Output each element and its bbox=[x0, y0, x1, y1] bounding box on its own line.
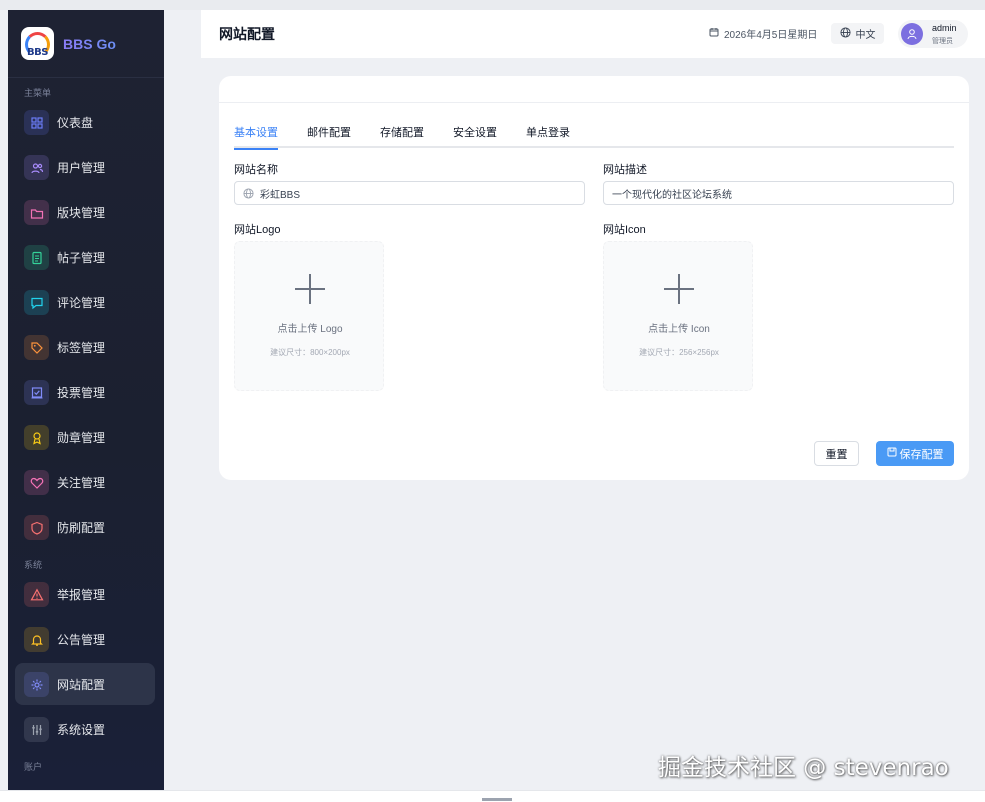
avatar bbox=[901, 23, 923, 45]
settings-card: 基本设置 邮件配置 存储配置 安全设置 单点登录 网站名称 彩虹BBS 网站描述… bbox=[219, 76, 969, 480]
sidebar-item-sliders[interactable]: 系统设置 bbox=[8, 707, 164, 752]
site-desc-value: 一个现代化的社区论坛系统 bbox=[612, 189, 732, 201]
heart-icon bbox=[24, 470, 49, 495]
sidebar-item-label: 关注管理 bbox=[57, 476, 106, 490]
tab-storage[interactable]: 存储配置 bbox=[380, 124, 424, 148]
nav-main: 仪表盘用户管理版块管理帖子管理评论管理标签管理投票管理勋章管理关注管理防刷配置 bbox=[8, 100, 164, 550]
section-label-main: 主菜单 bbox=[24, 88, 52, 98]
site-name-input[interactable]: 彩虹BBS bbox=[234, 181, 585, 205]
comment-icon bbox=[24, 290, 49, 315]
site-desc-label: 网站描述 bbox=[603, 164, 647, 176]
brand[interactable]: BBS BBS Go bbox=[8, 10, 164, 78]
sidebar-item-comment[interactable]: 评论管理 bbox=[8, 280, 164, 325]
globe-icon bbox=[839, 26, 851, 41]
document-icon bbox=[24, 245, 49, 270]
bell-icon bbox=[24, 627, 49, 652]
user-name: admin bbox=[932, 23, 957, 33]
sidebar-item-label: 用户管理 bbox=[57, 161, 106, 175]
user-icon bbox=[907, 29, 917, 40]
card-header bbox=[219, 76, 969, 103]
sidebar-item-label: 版块管理 bbox=[57, 206, 106, 220]
watermark: 掘金技术社区 @ stevenrao bbox=[658, 755, 949, 781]
app-root: BBS BBS Go 主菜单 仪表盘用户管理版块管理帖子管理评论管理标签管理投票… bbox=[0, 0, 985, 802]
date-display: 2026年4月5日星期日 bbox=[709, 26, 817, 41]
sidebar-item-label: 勋章管理 bbox=[57, 431, 106, 445]
medal-icon bbox=[24, 425, 49, 450]
sidebar-item-heart[interactable]: 关注管理 bbox=[8, 460, 164, 505]
tab-basic[interactable]: 基本设置 bbox=[234, 124, 278, 150]
save-icon bbox=[887, 447, 897, 460]
reset-button[interactable]: 重置 bbox=[814, 441, 859, 466]
date-text: 2026年4月5日星期日 bbox=[724, 30, 818, 41]
vote-icon bbox=[24, 380, 49, 405]
nav-system: 举报管理公告管理网站配置系统设置 bbox=[8, 572, 164, 752]
warning-icon bbox=[24, 582, 49, 607]
icon-label: 网站Icon bbox=[603, 224, 646, 236]
sidebar-item-label: 系统设置 bbox=[57, 723, 106, 737]
language-label: 中文 bbox=[855, 30, 876, 41]
section-label-system: 系统 bbox=[24, 560, 43, 570]
plus-icon bbox=[295, 274, 325, 304]
save-button[interactable]: 保存配置 bbox=[876, 441, 954, 466]
top-strip bbox=[0, 0, 985, 10]
sidebar-item-tag[interactable]: 标签管理 bbox=[8, 325, 164, 370]
save-label: 保存配置 bbox=[899, 448, 944, 461]
icon-upload[interactable]: 点击上传 Icon 建议尺寸：256×256px bbox=[603, 241, 753, 391]
icon-upload-text: 点击上传 Icon bbox=[648, 324, 710, 335]
sidebar-item-label: 帖子管理 bbox=[57, 251, 106, 265]
user-role: 管理员 bbox=[932, 38, 953, 45]
sidebar-item-label: 评论管理 bbox=[57, 296, 106, 310]
header: 网站配置 2026年4月5日星期日 中文 admin 管理员 bbox=[201, 10, 985, 58]
logo-label: 网站Logo bbox=[234, 224, 281, 236]
sidebar-item-bell[interactable]: 公告管理 bbox=[8, 617, 164, 662]
language-switcher[interactable]: 中文 bbox=[831, 23, 884, 44]
sidebar-item-users[interactable]: 用户管理 bbox=[8, 145, 164, 190]
users-icon bbox=[24, 155, 49, 180]
tab-bar: 基本设置 邮件配置 存储配置 安全设置 单点登录 bbox=[234, 124, 954, 150]
sliders-icon bbox=[24, 717, 49, 742]
sidebar-item-label: 防刷配置 bbox=[57, 521, 106, 535]
tab-email[interactable]: 邮件配置 bbox=[307, 124, 351, 148]
sidebar-item-document[interactable]: 帖子管理 bbox=[8, 235, 164, 280]
icon-size-hint: 建议尺寸：256×256px bbox=[639, 348, 719, 357]
calendar-icon bbox=[709, 27, 719, 40]
sidebar-item-gear[interactable]: 网站配置 bbox=[8, 662, 164, 707]
folder-icon bbox=[24, 200, 49, 225]
page-title: 网站配置 bbox=[219, 26, 275, 42]
sidebar-item-vote[interactable]: 投票管理 bbox=[8, 370, 164, 415]
tag-icon bbox=[24, 335, 49, 360]
plus-icon bbox=[664, 274, 694, 304]
dashboard-icon bbox=[24, 110, 49, 135]
logo-upload[interactable]: 点击上传 Logo 建议尺寸：800×200px bbox=[234, 241, 384, 391]
logo-size-hint: 建议尺寸：800×200px bbox=[270, 348, 350, 357]
sidebar-item-label: 仪表盘 bbox=[57, 116, 94, 130]
globe-icon bbox=[243, 187, 254, 199]
sidebar-item-folder[interactable]: 版块管理 bbox=[8, 190, 164, 235]
sidebar-item-label: 标签管理 bbox=[57, 341, 106, 355]
logo-text: BBS bbox=[27, 47, 48, 58]
sidebar-item-label: 网站配置 bbox=[57, 678, 106, 692]
shield-icon bbox=[24, 515, 49, 540]
section-label-account: 账户 bbox=[24, 762, 43, 772]
gear-icon bbox=[24, 672, 49, 697]
site-desc-input[interactable]: 一个现代化的社区论坛系统 bbox=[603, 181, 954, 205]
user-menu[interactable]: admin 管理员 bbox=[898, 20, 968, 48]
sidebar-item-medal[interactable]: 勋章管理 bbox=[8, 415, 164, 460]
sidebar-item-label: 举报管理 bbox=[57, 588, 106, 602]
tab-security[interactable]: 安全设置 bbox=[453, 124, 497, 148]
sidebar-item-label: 投票管理 bbox=[57, 386, 106, 400]
site-name-value: 彩虹BBS bbox=[260, 189, 301, 201]
logo-upload-text: 点击上传 Logo bbox=[277, 324, 343, 335]
sidebar-item-warning[interactable]: 举报管理 bbox=[8, 572, 164, 617]
site-name-label: 网站名称 bbox=[234, 164, 278, 176]
sidebar-item-shield[interactable]: 防刷配置 bbox=[8, 505, 164, 550]
brand-name: BBS Go bbox=[63, 35, 116, 52]
sidebar: BBS BBS Go 主菜单 仪表盘用户管理版块管理帖子管理评论管理标签管理投票… bbox=[8, 10, 164, 790]
scroll-handle[interactable] bbox=[482, 798, 512, 801]
sidebar-item-dashboard[interactable]: 仪表盘 bbox=[8, 100, 164, 145]
sidebar-item-label: 公告管理 bbox=[57, 633, 106, 647]
tab-sso[interactable]: 单点登录 bbox=[526, 124, 570, 148]
rainbow-logo-icon: BBS bbox=[21, 27, 54, 60]
